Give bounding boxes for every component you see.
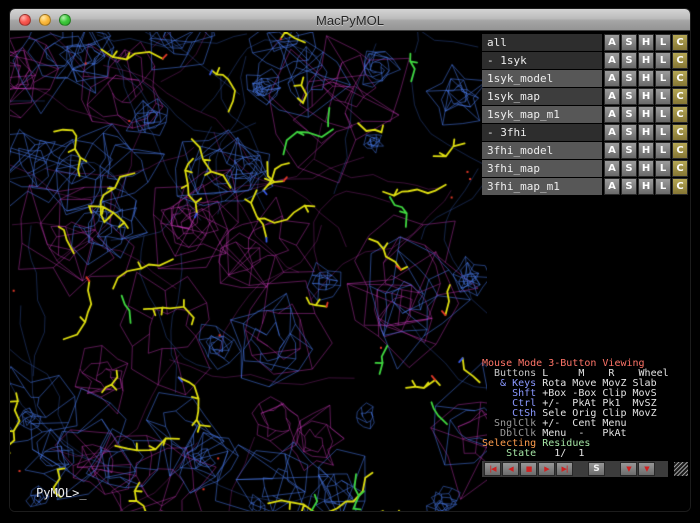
object-row-label[interactable]: 1syk_map [482, 88, 602, 105]
label-button[interactable]: L [655, 142, 671, 159]
object-row: allASHLC [482, 34, 688, 51]
object-row: 1syk_mapASHLC [482, 88, 688, 105]
show-button[interactable]: S [621, 34, 637, 51]
hide-button[interactable]: H [638, 106, 654, 123]
color-button[interactable]: C [672, 52, 688, 69]
molecular-viewport[interactable] [10, 32, 487, 512]
color-button[interactable]: C [672, 142, 688, 159]
label-button[interactable]: L [655, 70, 671, 87]
object-row: 3fhi_mapASHLC [482, 160, 688, 177]
object-row-label[interactable]: 3fhi_map [482, 160, 602, 177]
prev-menu-button[interactable]: ▼ [620, 462, 637, 476]
color-button[interactable]: C [672, 34, 688, 51]
hide-button[interactable]: H [638, 70, 654, 87]
window-title: MacPyMOL [10, 13, 690, 28]
play-button[interactable]: ▶ [538, 462, 555, 476]
action-button[interactable]: A [604, 34, 620, 51]
hide-button[interactable]: H [638, 160, 654, 177]
command-prompt[interactable]: PyMOL>_ [36, 486, 87, 500]
color-button[interactable]: C [672, 70, 688, 87]
action-button[interactable]: A [604, 142, 620, 159]
show-button[interactable]: S [621, 52, 637, 69]
hide-button[interactable]: H [638, 124, 654, 141]
action-button[interactable]: A [604, 52, 620, 69]
pymol-content: PyMOL>_ allASHLC- 1sykASHLC1syk_modelASH… [10, 32, 690, 511]
label-button[interactable]: L [655, 160, 671, 177]
go-to-start-button[interactable]: |◀ [484, 462, 501, 476]
show-button[interactable]: S [621, 142, 637, 159]
movie-button-strip: |◀◀■▶▶| S ▼▼ [482, 461, 668, 477]
step-back-button[interactable]: ◀ [502, 462, 519, 476]
go-to-end-button[interactable]: ▶| [556, 462, 573, 476]
action-button[interactable]: A [604, 178, 620, 195]
color-button[interactable]: C [672, 124, 688, 141]
object-row: 1syk_modelASHLC [482, 70, 688, 87]
color-button[interactable]: C [672, 178, 688, 195]
label-button[interactable]: L [655, 178, 671, 195]
action-button[interactable]: A [604, 124, 620, 141]
action-button[interactable]: A [604, 106, 620, 123]
show-button[interactable]: S [621, 70, 637, 87]
resize-grip[interactable] [674, 462, 688, 476]
object-row-label[interactable]: - 3fhi [482, 124, 602, 141]
show-button[interactable]: S [621, 178, 637, 195]
show-button[interactable]: S [621, 124, 637, 141]
object-row-label[interactable]: - 1syk [482, 52, 602, 69]
show-button[interactable]: S [621, 88, 637, 105]
movie-controls: |◀◀■▶▶| S ▼▼ [482, 461, 688, 477]
title-bar[interactable]: MacPyMOL [10, 9, 690, 31]
state-row: State 1/ 1 [482, 449, 688, 459]
show-button[interactable]: S [621, 160, 637, 177]
macpymol-window: MacPyMOL PyMOL>_ allASHLC- 1sykASHLC1syk… [9, 8, 691, 512]
label-button[interactable]: L [655, 124, 671, 141]
object-row-label[interactable]: 3fhi_map_m1 [482, 178, 602, 195]
show-button[interactable]: S [621, 106, 637, 123]
object-panel: allASHLC- 1sykASHLC1syk_modelASHLC1syk_m… [482, 34, 688, 196]
label-button[interactable]: L [655, 34, 671, 51]
action-button[interactable]: A [604, 160, 620, 177]
scene-button[interactable]: S [588, 462, 605, 476]
mouse-mode-panel: Mouse Mode 3-Button Viewing Buttons L M … [482, 359, 688, 459]
object-row: - 3fhiASHLC [482, 124, 688, 141]
object-row: 1syk_map_m1ASHLC [482, 106, 688, 123]
color-button[interactable]: C [672, 160, 688, 177]
object-row-label[interactable]: all [482, 34, 602, 51]
object-row: - 1sykASHLC [482, 52, 688, 69]
label-button[interactable]: L [655, 106, 671, 123]
hide-button[interactable]: H [638, 34, 654, 51]
hide-button[interactable]: H [638, 178, 654, 195]
hide-button[interactable]: H [638, 52, 654, 69]
stop-button[interactable]: ■ [520, 462, 537, 476]
state-row-text: State [482, 448, 536, 459]
state-row-text: 1/ 1 [536, 448, 584, 459]
object-row-label[interactable]: 1syk_map_m1 [482, 106, 602, 123]
color-button[interactable]: C [672, 106, 688, 123]
next-menu-button[interactable]: ▼ [638, 462, 655, 476]
action-button[interactable]: A [604, 70, 620, 87]
object-row-label[interactable]: 3fhi_model [482, 142, 602, 159]
object-row-label[interactable]: 1syk_model [482, 70, 602, 87]
action-button[interactable]: A [604, 88, 620, 105]
object-row: 3fhi_modelASHLC [482, 142, 688, 159]
label-button[interactable]: L [655, 52, 671, 69]
hide-button[interactable]: H [638, 142, 654, 159]
hide-button[interactable]: H [638, 88, 654, 105]
label-button[interactable]: L [655, 88, 671, 105]
color-button[interactable]: C [672, 88, 688, 105]
object-row: 3fhi_map_m1ASHLC [482, 178, 688, 195]
